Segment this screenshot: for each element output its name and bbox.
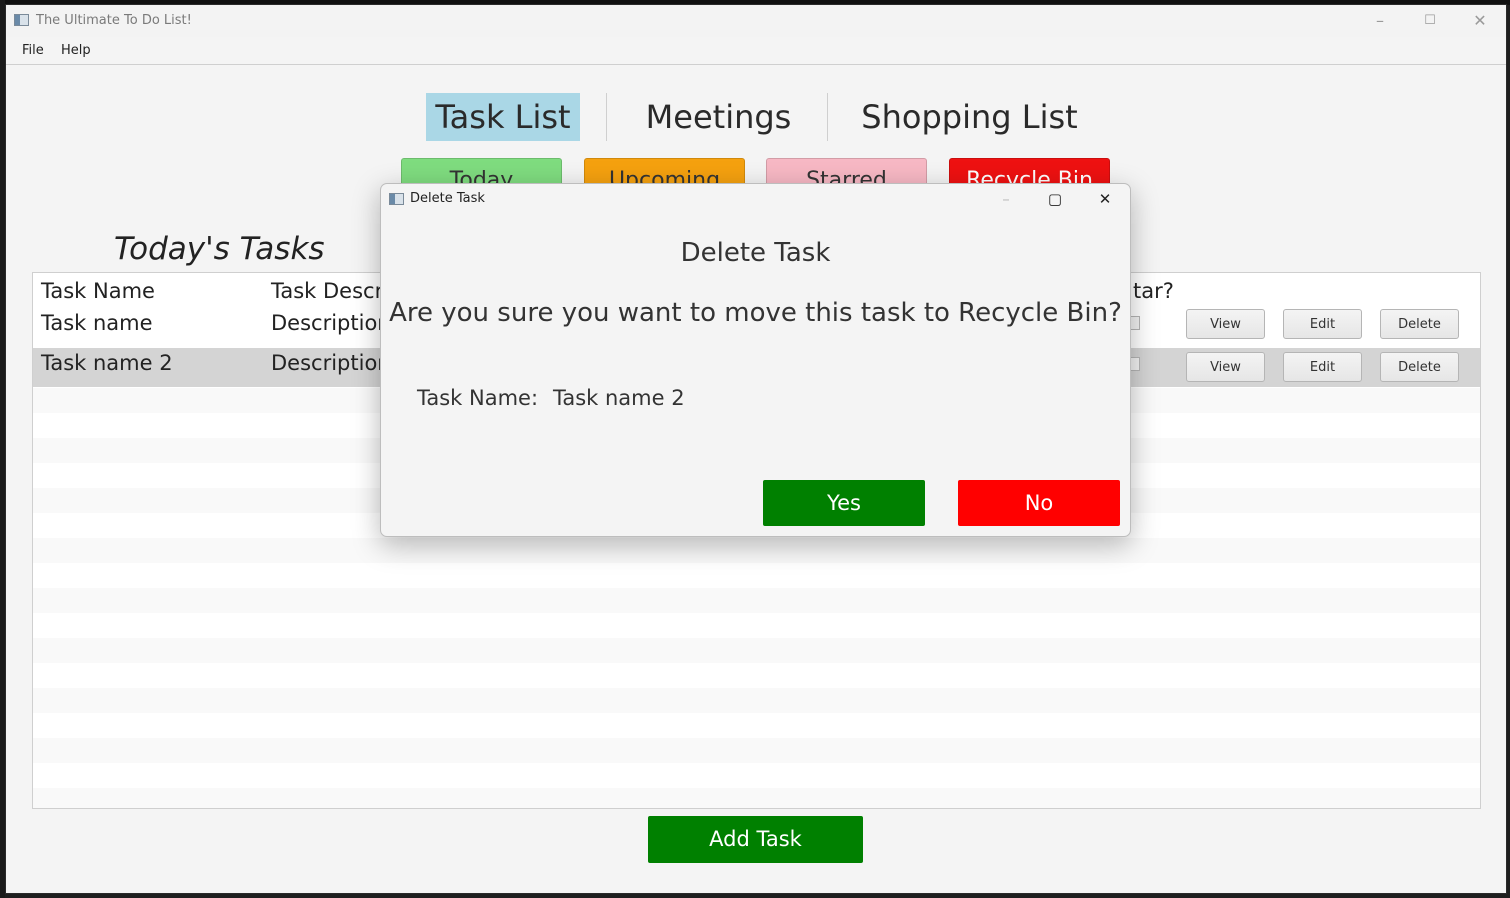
table-stripe — [33, 638, 1480, 663]
task-name-cell: Task name — [41, 311, 153, 335]
edit-button[interactable]: Edit — [1283, 352, 1362, 382]
table-stripe — [33, 788, 1480, 808]
table-stripe — [33, 538, 1480, 563]
menu-bar: File Help — [6, 37, 1506, 65]
window-title: The Ultimate To Do List! — [36, 13, 192, 28]
dialog-app-icon — [389, 193, 404, 205]
view-button[interactable]: View — [1186, 309, 1265, 339]
delete-button[interactable]: Delete — [1380, 309, 1459, 339]
tab-divider — [827, 93, 828, 141]
tab-shopping-list[interactable]: Shopping List — [857, 93, 1082, 141]
task-description-cell: Description — [271, 311, 391, 335]
menu-help[interactable]: Help — [61, 43, 91, 58]
add-task-button[interactable]: Add Task — [648, 816, 863, 863]
header-task-description: Task Descr — [271, 279, 384, 303]
tab-task-list[interactable]: Task List — [426, 93, 580, 141]
dialog-maximize-icon[interactable]: ▢ — [1035, 188, 1075, 210]
view-button[interactable]: View — [1186, 352, 1265, 382]
header-star: tar? — [1133, 279, 1174, 303]
task-description-cell: Description — [271, 351, 391, 375]
app-icon — [14, 14, 29, 26]
dialog-question: Are you sure you want to move this task … — [389, 298, 1122, 328]
tab-meetings[interactable]: Meetings — [636, 93, 801, 141]
title-bar[interactable]: The Ultimate To Do List! – ☐ ✕ — [6, 5, 1506, 37]
yes-button[interactable]: Yes — [763, 480, 925, 526]
task-name-value: Task name 2 — [553, 386, 685, 410]
task-name-label: Task Name: — [417, 386, 539, 410]
close-icon[interactable]: ✕ — [1457, 9, 1503, 33]
dialog-title: Delete Task — [410, 191, 485, 206]
edit-button[interactable]: Edit — [1283, 309, 1362, 339]
delete-button[interactable]: Delete — [1380, 352, 1459, 382]
menu-file[interactable]: File — [22, 43, 44, 58]
minimize-icon[interactable]: – — [1357, 9, 1403, 33]
header-task-name: Task Name — [41, 279, 155, 303]
tab-divider — [606, 93, 607, 141]
table-stripe — [33, 588, 1480, 613]
page-title: Today's Tasks — [114, 231, 325, 267]
dialog-heading: Delete Task — [680, 238, 831, 268]
dialog-minimize-icon[interactable]: – — [986, 188, 1026, 210]
task-name-cell: Task name 2 — [41, 351, 173, 375]
table-stripe — [33, 738, 1480, 763]
dialog-close-icon[interactable]: ✕ — [1085, 188, 1125, 210]
delete-task-dialog: Delete Task – ▢ ✕ Delete Task Are you su… — [380, 183, 1131, 537]
maximize-icon[interactable]: ☐ — [1407, 9, 1453, 33]
no-button[interactable]: No — [958, 480, 1120, 526]
table-stripe — [33, 688, 1480, 713]
